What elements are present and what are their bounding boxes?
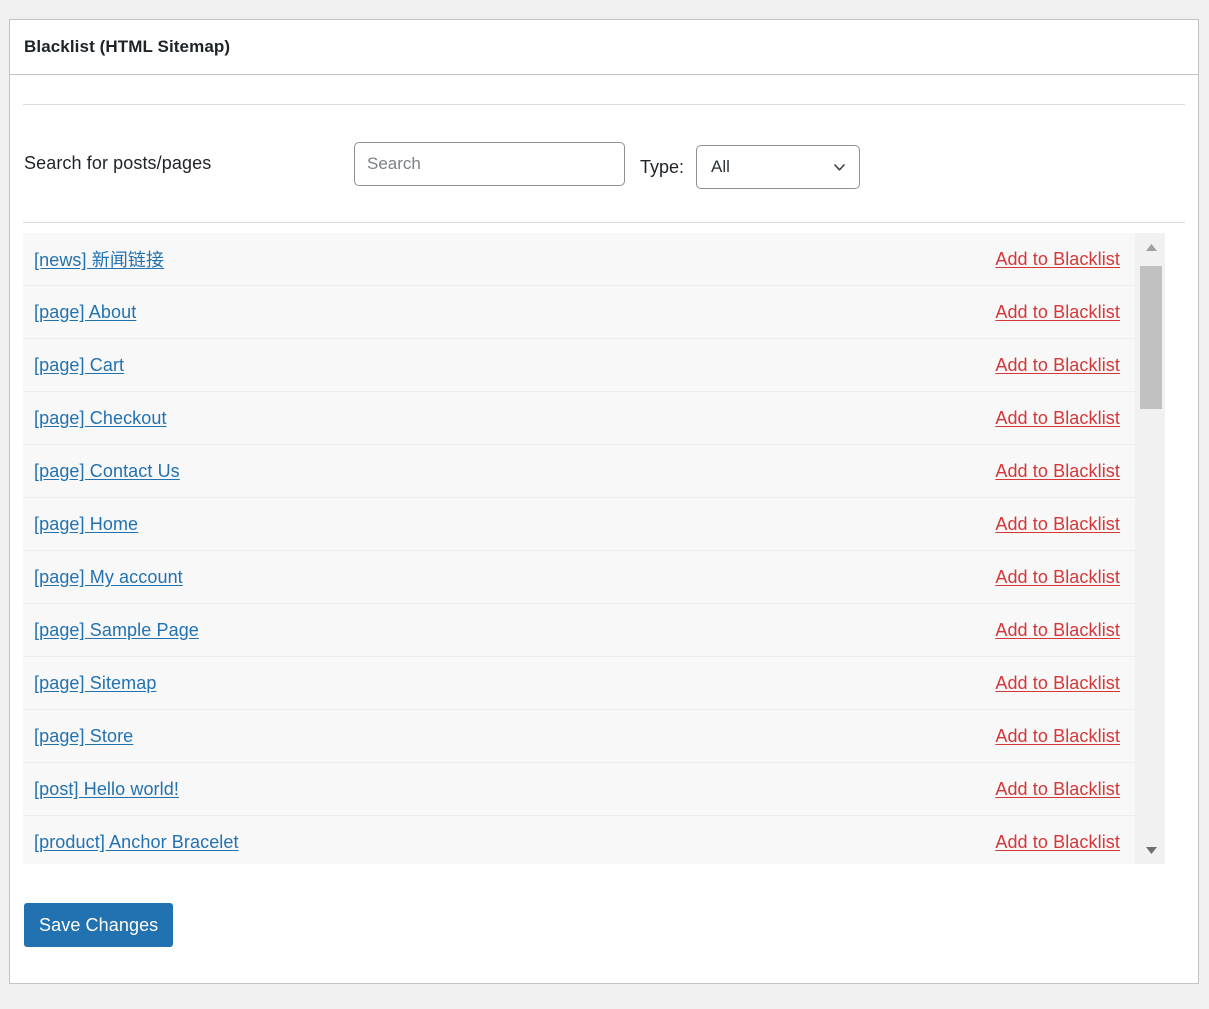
- sitemap-list: [news] 新闻链接 Add to Blacklist [page] Abou…: [23, 233, 1165, 864]
- table-row: [page] Contact Us Add to Blacklist: [23, 445, 1135, 498]
- scroll-up-arrow-icon[interactable]: [1136, 233, 1165, 261]
- type-select[interactable]: All: [696, 144, 861, 189]
- table-row: [page] Store Add to Blacklist: [23, 710, 1135, 763]
- item-link[interactable]: [page] Store: [34, 726, 133, 747]
- add-to-blacklist-link[interactable]: Add to Blacklist: [995, 620, 1120, 641]
- add-to-blacklist-link[interactable]: Add to Blacklist: [995, 302, 1120, 323]
- search-label: Search for posts/pages: [24, 153, 212, 173]
- table-row: [page] Cart Add to Blacklist: [23, 339, 1135, 392]
- blacklist-panel: Blacklist (HTML Sitemap) Search for post…: [9, 19, 1199, 984]
- item-link[interactable]: [page] Home: [34, 514, 138, 535]
- add-to-blacklist-link[interactable]: Add to Blacklist: [995, 408, 1120, 429]
- table-row: [page] About Add to Blacklist: [23, 286, 1135, 339]
- item-link[interactable]: [page] My account: [34, 567, 183, 588]
- type-label: Type:: [640, 156, 685, 177]
- list-scrollbar[interactable]: [1135, 233, 1165, 864]
- add-to-blacklist-link[interactable]: Add to Blacklist: [995, 673, 1120, 694]
- table-row: [page] Sitemap Add to Blacklist: [23, 657, 1135, 710]
- panel-body: Search for posts/pages Type: All [news] …: [10, 104, 1198, 947]
- table-row: [page] My account Add to Blacklist: [23, 551, 1135, 604]
- table-row: [news] 新闻链接 Add to Blacklist: [23, 233, 1135, 286]
- add-to-blacklist-link[interactable]: Add to Blacklist: [995, 355, 1120, 376]
- add-to-blacklist-link[interactable]: Add to Blacklist: [995, 514, 1120, 535]
- table-row: [product] Anchor Bracelet Add to Blackli…: [23, 816, 1135, 864]
- table-row: [page] Home Add to Blacklist: [23, 498, 1135, 551]
- panel-header: Blacklist (HTML Sitemap): [10, 20, 1198, 75]
- save-button[interactable]: Save Changes: [24, 903, 174, 947]
- page-title: Blacklist (HTML Sitemap): [24, 36, 231, 56]
- add-to-blacklist-link[interactable]: Add to Blacklist: [995, 726, 1120, 747]
- item-link[interactable]: [product] Anchor Bracelet: [34, 832, 239, 853]
- item-link[interactable]: [page] Checkout: [34, 408, 167, 429]
- scroll-down-arrow-icon[interactable]: [1136, 836, 1165, 864]
- table-row: [page] Checkout Add to Blacklist: [23, 392, 1135, 445]
- item-link[interactable]: [page] About: [34, 302, 136, 323]
- add-to-blacklist-link[interactable]: Add to Blacklist: [995, 567, 1120, 588]
- item-link[interactable]: [news] 新闻链接: [34, 246, 164, 272]
- item-link[interactable]: [page] Sample Page: [34, 620, 199, 641]
- item-link[interactable]: [page] Contact Us: [34, 461, 180, 482]
- add-to-blacklist-link[interactable]: Add to Blacklist: [995, 779, 1120, 800]
- sitemap-list-scroll: [news] 新闻链接 Add to Blacklist [page] Abou…: [23, 233, 1135, 864]
- item-link[interactable]: [page] Cart: [34, 355, 124, 376]
- add-to-blacklist-link[interactable]: Add to Blacklist: [995, 832, 1120, 853]
- item-link[interactable]: [post] Hello world!: [34, 779, 179, 800]
- add-to-blacklist-link[interactable]: Add to Blacklist: [995, 461, 1120, 482]
- search-input[interactable]: [354, 141, 625, 186]
- type-select-wrapper: All: [696, 139, 861, 189]
- table-row: [post] Hello world! Add to Blacklist: [23, 763, 1135, 816]
- table-row: [page] Sample Page Add to Blacklist: [23, 604, 1135, 657]
- item-link[interactable]: [page] Sitemap: [34, 673, 156, 694]
- scrollbar-thumb[interactable]: [1140, 266, 1162, 409]
- divider-below-search: [23, 222, 1185, 223]
- add-to-blacklist-link[interactable]: Add to Blacklist: [995, 249, 1120, 270]
- panel-footer: Save Changes: [23, 864, 1185, 947]
- search-row: Search for posts/pages Type: All: [23, 105, 1185, 222]
